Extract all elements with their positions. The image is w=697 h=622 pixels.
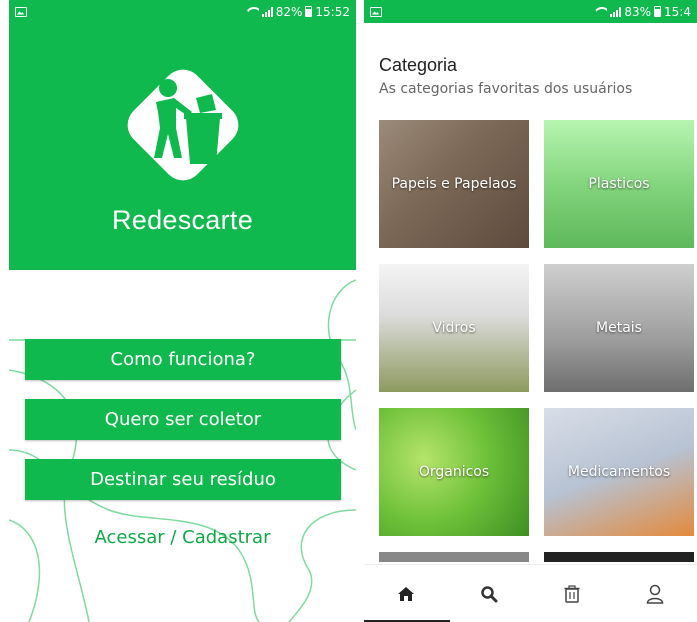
- how-it-works-button[interactable]: Como funciona?: [25, 339, 341, 380]
- category-tile-partial[interactable]: [379, 552, 529, 562]
- gallery-icon: [15, 6, 27, 17]
- category-tile-metal[interactable]: Metais: [544, 264, 694, 392]
- status-bar: 83% 15:4: [364, 0, 697, 23]
- right-screen: 83% 15:4 Categoria As categorias favorit…: [364, 0, 697, 622]
- category-tile-paper[interactable]: Papeis e Papelaos: [379, 120, 529, 248]
- signal-icon: [610, 6, 622, 17]
- left-screen: 82% 15:52 Redescarte Como funciona? Quer…: [9, 0, 356, 622]
- category-tile-medicine[interactable]: Medicamentos: [544, 408, 694, 536]
- app-name: Redescarte: [111, 205, 254, 235]
- login-register-link[interactable]: Acessar / Cadastrar: [9, 527, 356, 548]
- dispose-waste-button[interactable]: Destinar seu resíduo: [25, 459, 341, 500]
- home-icon: [397, 586, 414, 601]
- category-tile-organic[interactable]: Organicos: [379, 408, 529, 536]
- category-label: Metais: [596, 320, 642, 336]
- nav-trash[interactable]: [552, 574, 592, 614]
- category-tile-partial[interactable]: [544, 552, 694, 562]
- category-label: Organicos: [418, 464, 490, 480]
- hero-header: Redescarte: [9, 23, 356, 270]
- trash-icon: [564, 584, 580, 603]
- clock: 15:4: [664, 4, 691, 19]
- category-tile-glass[interactable]: Vidros: [379, 264, 529, 392]
- bottom-navigation: [364, 564, 697, 622]
- background-decoration: [9, 279, 356, 622]
- battery-icon: [305, 6, 313, 17]
- page-subtitle: As categorias favoritas dos usuários: [379, 81, 633, 97]
- battery-percent: 82%: [275, 4, 303, 19]
- category-label: Vidros: [432, 320, 476, 336]
- nav-home[interactable]: [386, 574, 426, 614]
- category-label: Plasticos: [588, 176, 650, 192]
- battery-icon: [654, 6, 662, 17]
- user-icon: [647, 584, 664, 604]
- nav-profile[interactable]: [635, 574, 675, 614]
- wifi-icon: [245, 7, 259, 17]
- category-tile-plastic[interactable]: Plasticos: [544, 120, 694, 248]
- signal-icon: [261, 6, 273, 17]
- status-bar: 82% 15:52: [9, 0, 356, 23]
- page-title: Categoria: [379, 55, 458, 75]
- nav-search[interactable]: [469, 574, 509, 614]
- wifi-icon: [593, 7, 607, 17]
- category-label: Papeis e Papelaos: [391, 176, 517, 192]
- category-label: Medicamentos: [567, 464, 671, 480]
- battery-percent: 83%: [624, 4, 652, 19]
- recycle-logo-icon: [127, 69, 239, 181]
- search-icon: [481, 585, 498, 602]
- become-collector-button[interactable]: Quero ser coletor: [25, 399, 341, 440]
- gallery-icon: [370, 6, 382, 17]
- clock: 15:52: [315, 4, 350, 19]
